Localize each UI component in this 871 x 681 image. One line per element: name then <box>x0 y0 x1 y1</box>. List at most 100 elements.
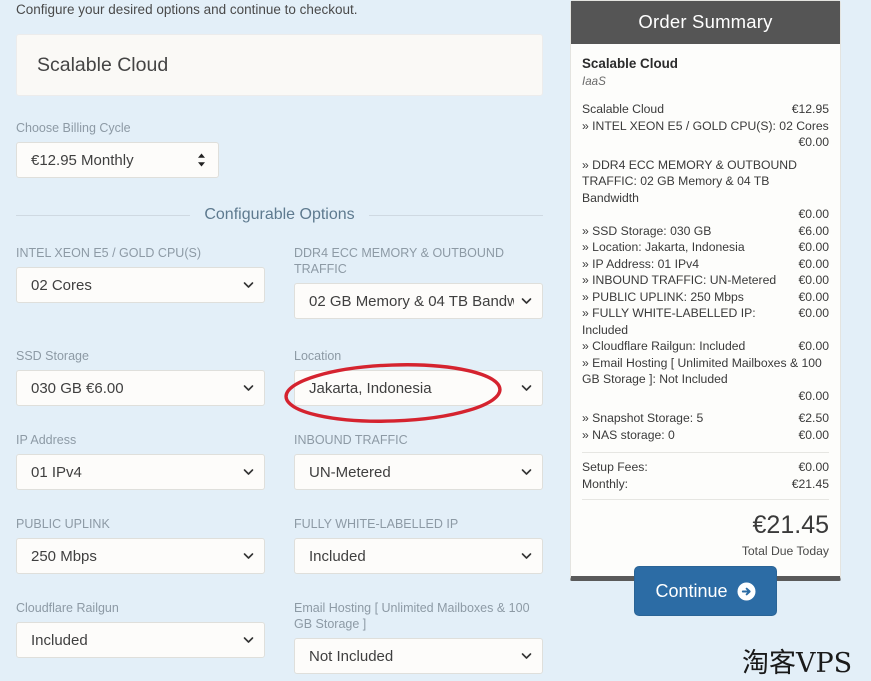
chevron-down-icon <box>521 651 532 662</box>
option-memory-value: 02 GB Memory & 04 TB Bandwidth <box>309 292 514 310</box>
option-inbound-traffic-value: UN-Metered <box>309 463 391 481</box>
continue-button[interactable]: Continue <box>634 566 777 616</box>
summary-item-amount: €0.00 <box>798 256 830 271</box>
divider-right <box>368 214 543 216</box>
billing-cycle-select[interactable]: €12.95 Monthly <box>16 142 219 178</box>
summary-item-label: » Email Hosting [ Unlimited Mailboxes & … <box>582 355 822 387</box>
summary-item-amount: €0.00 <box>798 289 830 304</box>
order-summary-heading: Order Summary <box>571 1 840 44</box>
summary-item-label: » DDR4 ECC MEMORY & OUTBOUND TRAFFIC: 02… <box>582 157 797 205</box>
summary-base-row: Scalable Cloud €12.95 <box>582 101 829 118</box>
option-ip-address-label: IP Address <box>16 433 77 447</box>
summary-item-label: » PUBLIC UPLINK: 250 Mbps <box>582 289 744 304</box>
option-ip-address-value: 01 IPv4 <box>31 463 82 481</box>
option-cloudflare-railgun-value: Included <box>31 631 88 649</box>
option-ssd-storage-select[interactable]: 030 GB €6.00 <box>16 370 265 406</box>
chevron-down-icon <box>521 467 532 478</box>
summary-item-amount: €0.00 <box>798 427 830 442</box>
summary-item-row: » Snapshot Storage: 5 €2.50 <box>582 410 829 427</box>
summary-item-amount: €0.00 <box>798 273 830 287</box>
option-location-select[interactable]: Jakarta, Indonesia <box>294 370 543 406</box>
option-public-uplink-label: PUBLIC UPLINK <box>16 517 110 531</box>
divider-left <box>16 214 191 216</box>
billing-cycle-value: €12.95 Monthly <box>31 151 134 169</box>
option-cpu: INTEL XEON E5 / GOLD CPU(S) 02 Cores <box>16 245 265 303</box>
watermark-text: 淘客VPS <box>742 648 853 679</box>
option-location: Location Jakarta, Indonesia <box>294 348 543 406</box>
summary-item-row: » PUBLIC UPLINK: 250 Mbps €0.00 <box>582 289 829 306</box>
summary-item-amount: €0.00 <box>798 240 830 254</box>
summary-item-label: » INBOUND TRAFFIC: UN-Metered <box>582 273 777 287</box>
chevron-down-icon <box>243 383 254 394</box>
product-name-label: Scalable Cloud <box>37 53 169 76</box>
summary-product-name: Scalable Cloud <box>582 56 678 71</box>
summary-item-amount: €0.00 <box>798 207 830 221</box>
chevron-down-icon <box>243 280 254 291</box>
option-ip-address: IP Address 01 IPv4 <box>16 432 265 490</box>
arrow-right-circle-icon <box>737 582 756 601</box>
option-memory-label: DDR4 ECC MEMORY & OUTBOUND TRAFFIC <box>294 246 504 276</box>
option-email-hosting-label: Email Hosting [ Unlimited Mailboxes & 10… <box>294 601 530 631</box>
option-location-label: Location <box>294 349 342 363</box>
option-cpu-label: INTEL XEON E5 / GOLD CPU(S) <box>16 246 201 260</box>
configurable-options-heading: Configurable Options <box>16 206 543 224</box>
summary-item-amount: €6.00 <box>798 223 830 238</box>
option-white-labelled-ip-select[interactable]: Included <box>294 538 543 574</box>
order-summary-body: Scalable Cloud IaaS Scalable Cloud €12.9… <box>571 44 840 576</box>
summary-item-amount: €0.00 <box>798 135 830 149</box>
option-inbound-traffic-label: INBOUND TRAFFIC <box>294 433 408 447</box>
product-name-box: Scalable Cloud <box>16 34 543 96</box>
chevron-down-icon <box>243 551 254 562</box>
summary-item-label: » FULLY WHITE-LABELLED IP: Included <box>582 306 756 337</box>
chevron-down-icon <box>521 551 532 562</box>
summary-base-label: Scalable Cloud <box>582 102 664 116</box>
option-cloudflare-railgun-label: Cloudflare Railgun <box>16 601 119 615</box>
option-email-hosting: Email Hosting [ Unlimited Mailboxes & 10… <box>294 600 543 674</box>
summary-divider <box>582 452 829 453</box>
option-ip-address-select[interactable]: 01 IPv4 <box>16 454 265 490</box>
option-white-labelled-ip-value: Included <box>309 547 366 565</box>
option-cloudflare-railgun-select[interactable]: Included <box>16 622 265 658</box>
summary-monthly-label: Monthly: <box>582 476 629 491</box>
summary-item-label: » INTEL XEON E5 / GOLD CPU(S): 02 Cores <box>582 118 829 133</box>
option-location-value: Jakarta, Indonesia <box>309 379 432 397</box>
summary-item-label: » Snapshot Storage: 5 <box>582 411 704 425</box>
option-ssd-storage-value: 030 GB €6.00 <box>31 379 124 397</box>
up-down-arrows-icon <box>197 153 206 167</box>
summary-total-amount: €21.45 <box>752 511 829 539</box>
summary-item-label: » Cloudflare Railgun: Included <box>582 339 746 353</box>
summary-total-label: Total Due Today <box>741 544 829 558</box>
order-summary-panel: Order Summary Scalable Cloud IaaS Scalab… <box>570 0 841 581</box>
summary-item-row: » SSD Storage: 030 GB €6.00 <box>582 223 829 240</box>
intro-instruction: Configure your desired options and conti… <box>16 2 358 17</box>
option-cpu-value: 02 Cores <box>31 276 92 294</box>
summary-item-row: » NAS storage: 0 €0.00 <box>582 427 829 444</box>
option-memory-select[interactable]: 02 GB Memory & 04 TB Bandwidth <box>294 283 543 319</box>
summary-item-row: » DDR4 ECC MEMORY & OUTBOUND TRAFFIC: 02… <box>582 157 829 223</box>
summary-item-row: » Cloudflare Railgun: Included €0.00 <box>582 338 829 355</box>
option-inbound-traffic-select[interactable]: UN-Metered <box>294 454 543 490</box>
summary-product-type: IaaS <box>582 74 606 88</box>
summary-setup-fees-amount: €0.00 <box>798 460 830 474</box>
option-email-hosting-select[interactable]: Not Included <box>294 638 543 674</box>
summary-item-label: » IP Address: 01 IPv4 <box>582 256 699 271</box>
summary-item-amount: €0.00 <box>798 388 830 403</box>
option-ssd-storage-label: SSD Storage <box>16 349 89 363</box>
billing-cycle-group: Choose Billing Cycle €12.95 Monthly <box>16 120 543 178</box>
option-email-hosting-value: Not Included <box>309 647 394 665</box>
option-white-labelled-ip: FULLY WHITE-LABELLED IP Included <box>294 516 543 574</box>
option-memory: DDR4 ECC MEMORY & OUTBOUND TRAFFIC 02 GB… <box>294 245 543 319</box>
summary-base-amount: €12.95 <box>791 102 829 116</box>
summary-monthly-amount: €21.45 <box>791 476 829 491</box>
option-cpu-select[interactable]: 02 Cores <box>16 267 265 303</box>
product-configuration-panel: Configure your desired options and conti… <box>16 0 543 224</box>
summary-setup-fees-row: Setup Fees: €0.00 <box>582 459 829 476</box>
option-public-uplink-select[interactable]: 250 Mbps <box>16 538 265 574</box>
configurable-options-title: Configurable Options <box>204 206 355 223</box>
summary-monthly-row: Monthly: €21.45 <box>582 476 829 493</box>
summary-line-items: Scalable Cloud €12.95 » INTEL XEON E5 / … <box>582 101 829 443</box>
summary-item-row: » INTEL XEON E5 / GOLD CPU(S): 02 Cores … <box>582 118 829 151</box>
summary-item-label: » NAS storage: 0 <box>582 427 675 442</box>
summary-total-box: €21.45 Total Due Today <box>582 499 829 566</box>
continue-button-label: Continue <box>655 580 728 601</box>
